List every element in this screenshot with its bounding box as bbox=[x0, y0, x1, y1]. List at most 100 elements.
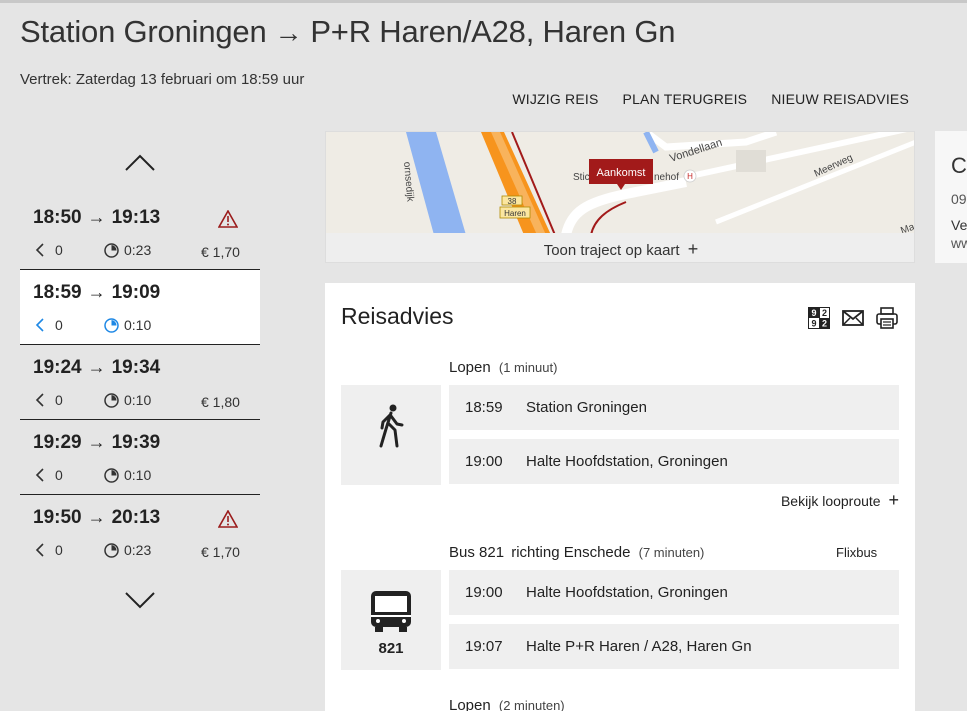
side-card: C 09 Ve ww bbox=[935, 131, 967, 263]
map-label: Stic bbox=[573, 172, 590, 183]
mail-icon[interactable] bbox=[841, 306, 865, 330]
transfer-count: 0 bbox=[55, 242, 63, 258]
stop-row: 18:59 Station Groningen bbox=[449, 385, 899, 430]
bus-line-number: 821 bbox=[378, 640, 404, 657]
route-arrow-icon: → bbox=[274, 17, 303, 48]
departure-time: 18:50 bbox=[33, 207, 82, 228]
page-title: Station Groningen → P+R Haren/A28, Haren G… bbox=[20, 14, 676, 50]
view-walking-route-link[interactable]: Bekijk looproute + bbox=[781, 490, 899, 511]
trip-price: € 1,70 bbox=[201, 244, 240, 260]
departure-time: 18:59 bbox=[33, 282, 82, 303]
stop-time: 19:00 bbox=[465, 453, 503, 470]
clock-icon bbox=[104, 393, 119, 408]
arrival-time: 19:34 bbox=[111, 357, 161, 378]
stop-row: 19:00 Halte Hoofdstation, Groningen bbox=[449, 439, 899, 484]
chevron-up-icon[interactable] bbox=[124, 153, 156, 173]
svg-text:2: 2 bbox=[822, 319, 827, 329]
leg-header: Lopen (2 minuten) bbox=[449, 697, 565, 711]
trip-option[interactable]: 19:24 → 19:34 0 0:10 € 1,80 bbox=[20, 345, 260, 420]
trip-times: 18:50 → 19:13 bbox=[33, 207, 160, 229]
trip-duration: 0:10 bbox=[124, 392, 152, 408]
trip-option[interactable]: 18:50 → 19:13 0 0:23 € 1,70 bbox=[20, 195, 260, 270]
trip-duration: 0:10 bbox=[124, 467, 152, 483]
advice-tools: 9292 bbox=[807, 306, 899, 330]
side-card-number: 09 bbox=[951, 191, 967, 207]
destination-label: P+R Haren/A28, Haren Gn bbox=[310, 14, 676, 49]
departure-time: 19:24 bbox=[33, 357, 82, 378]
walking-icon bbox=[379, 404, 404, 448]
plan-return-button[interactable]: PLAN TERUGREIS bbox=[623, 91, 748, 107]
map-label: nehof bbox=[654, 172, 679, 183]
leg-duration: (7 minuten) bbox=[638, 545, 705, 560]
leg-direction: richting Enschede bbox=[511, 544, 631, 561]
map-label: 38 bbox=[508, 197, 517, 206]
svg-text:2: 2 bbox=[822, 308, 827, 318]
arrival-marker-label: Aankomst bbox=[597, 167, 646, 179]
show-route-on-map-link[interactable]: Toon traject op kaart + bbox=[326, 233, 914, 262]
stop-name: Halte Hoofdstation, Groningen bbox=[526, 453, 728, 470]
clock-icon bbox=[104, 243, 119, 258]
trip-option[interactable]: 19:29 → 19:39 0 0:10 bbox=[20, 420, 260, 495]
arrow-icon: → bbox=[87, 432, 106, 452]
transfer-icon bbox=[35, 393, 44, 407]
map-label: Haren bbox=[504, 209, 526, 218]
transfer-count: 0 bbox=[55, 317, 63, 333]
operator-label: Flixbus bbox=[836, 545, 878, 560]
trip-times: 19:29 → 19:39 bbox=[33, 432, 160, 454]
map-label: H bbox=[687, 172, 693, 181]
clock-icon bbox=[104, 468, 119, 483]
map-building bbox=[736, 150, 766, 172]
arrival-time: 19:39 bbox=[111, 432, 161, 453]
trip-option-selected[interactable]: 18:59 → 19:09 0 0:10 bbox=[20, 270, 260, 345]
transfer-count: 0 bbox=[55, 467, 63, 483]
new-advice-button[interactable]: NIEUW REISADVIES bbox=[771, 91, 909, 107]
origin-label: Station Groningen bbox=[20, 14, 267, 49]
side-card-text: Ve bbox=[951, 217, 967, 233]
side-card-link[interactable]: ww bbox=[951, 235, 967, 251]
leg-mode: Lopen bbox=[449, 359, 491, 376]
stop-time: 18:59 bbox=[465, 399, 503, 416]
transfer-icon bbox=[35, 318, 44, 332]
stop-row: 19:00 Halte Hoofdstation, Groningen bbox=[449, 570, 899, 615]
walk-mode-box bbox=[341, 385, 441, 485]
trip-duration: 0:10 bbox=[124, 317, 152, 333]
leg-header: Lopen (1 minuut) bbox=[449, 359, 557, 376]
departure-info: Vertrek: Zaterdag 13 februari om 18:59 u… bbox=[20, 71, 305, 88]
warning-icon[interactable] bbox=[218, 210, 238, 228]
leg-duration: (1 minuut) bbox=[498, 360, 558, 375]
trip-actions: WIJZIG REIS PLAN TERUGREIS NIEUW REISADV… bbox=[512, 91, 909, 107]
transfer-icon bbox=[35, 468, 44, 482]
map-canvas[interactable]: 38 Haren ornsedijk Vondellaan Meerweg St… bbox=[326, 132, 915, 237]
calendar-icon[interactable]: 9 29 2 bbox=[807, 306, 831, 330]
stop-time: 19:00 bbox=[465, 584, 503, 601]
trip-duration: 0:23 bbox=[124, 542, 152, 558]
transfer-count: 0 bbox=[55, 392, 63, 408]
plus-icon: + bbox=[888, 490, 899, 510]
trip-times: 19:24 → 19:34 bbox=[33, 357, 160, 379]
transfer-icon bbox=[35, 243, 44, 257]
warning-icon[interactable] bbox=[218, 510, 238, 528]
print-icon[interactable] bbox=[875, 306, 899, 330]
trip-price: € 1,70 bbox=[201, 544, 240, 560]
trip-times: 19:50 → 20:13 bbox=[33, 507, 160, 529]
arrival-time: 20:13 bbox=[111, 507, 161, 528]
card-title: Reisadvies bbox=[341, 303, 454, 329]
leg-mode: Bus 821 bbox=[449, 544, 505, 561]
route-map[interactable]: 38 Haren ornsedijk Vondellaan Meerweg St… bbox=[325, 131, 915, 263]
arrow-icon: → bbox=[87, 357, 106, 377]
departure-time: 19:50 bbox=[33, 507, 82, 528]
clock-icon bbox=[104, 318, 119, 333]
chevron-down-icon[interactable] bbox=[124, 590, 156, 610]
show-route-label: Toon traject op kaart bbox=[543, 242, 680, 259]
stop-row: 19:07 Halte P+R Haren / A28, Haren Gn bbox=[449, 624, 899, 669]
edit-trip-button[interactable]: WIJZIG REIS bbox=[512, 91, 598, 107]
leg-mode: Lopen bbox=[449, 697, 491, 711]
view-walking-route-label: Bekijk looproute bbox=[780, 493, 881, 509]
trip-option[interactable]: 19:50 → 20:13 0 0:23 € 1,70 bbox=[20, 495, 260, 570]
arrow-icon: → bbox=[87, 282, 106, 302]
trip-duration: 0:23 bbox=[124, 242, 152, 258]
stop-time: 19:07 bbox=[465, 638, 503, 655]
trip-price: € 1,80 bbox=[201, 394, 240, 410]
top-border bbox=[0, 0, 967, 3]
travel-advice-card: Reisadvies 9292 Lopen (1 minuut) 18:59 St… bbox=[325, 283, 915, 711]
